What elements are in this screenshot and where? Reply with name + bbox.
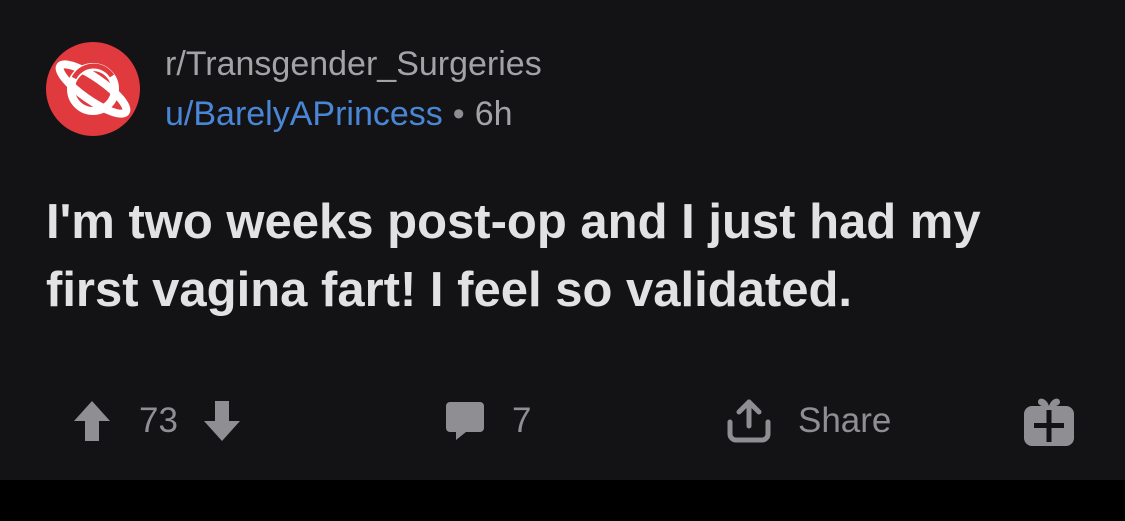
- meta-separator: •: [452, 95, 465, 133]
- comment-bubble-icon: [444, 399, 486, 443]
- bottom-edge: [0, 480, 1125, 521]
- share-label: Share: [798, 401, 892, 440]
- share-button[interactable]: Share: [726, 396, 891, 446]
- arrow-up-icon[interactable]: [72, 399, 112, 443]
- subreddit-name[interactable]: r/Transgender_Surgeries: [165, 44, 542, 84]
- vote-group: 73: [72, 396, 242, 446]
- share-icon: [726, 398, 772, 444]
- arrow-down-icon[interactable]: [202, 399, 242, 443]
- post-title[interactable]: I'm two weeks post-op and I just had my …: [46, 188, 1086, 324]
- comment-count: 7: [512, 401, 532, 440]
- author-username[interactable]: u/BarelyAPrincess: [165, 95, 443, 133]
- award-button[interactable]: [1022, 396, 1076, 446]
- gift-icon: [1022, 394, 1076, 448]
- planet-icon: [55, 60, 131, 118]
- subreddit-avatar[interactable]: [46, 42, 140, 136]
- vote-score: 73: [139, 401, 178, 440]
- post-time: 6h: [474, 95, 513, 133]
- post-card[interactable]: r/Transgender_Surgeries u/BarelyAPrinces…: [0, 0, 1125, 480]
- comments-button[interactable]: 7: [444, 396, 531, 446]
- post-meta: u/BarelyAPrincess • 6h: [165, 94, 513, 134]
